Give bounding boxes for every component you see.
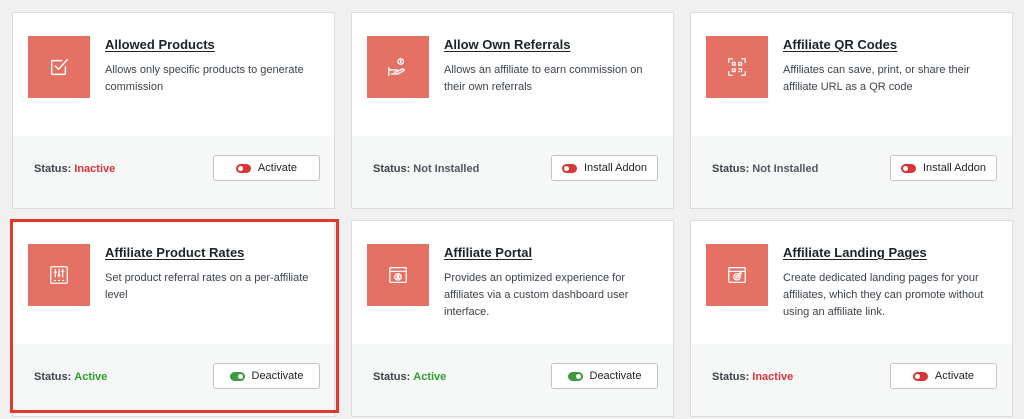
addon-title-link[interactable]: Affiliate Product Rates (105, 245, 244, 260)
addon-card-allowed-products: Allowed Products Allows only specific pr… (12, 12, 335, 209)
status-value: Not Installed (752, 163, 819, 175)
button-label: Activate (257, 162, 298, 174)
install-addon-button[interactable]: Install Addon (551, 155, 658, 181)
status-label: Status: (712, 163, 750, 175)
status-text: Status: Inactive (34, 163, 115, 175)
button-label: Install Addon (923, 162, 986, 174)
status-text: Status: Not Installed (373, 163, 479, 175)
addon-title-link[interactable]: Allow Own Referrals (444, 37, 570, 52)
addon-title-link[interactable]: Affiliate QR Codes (783, 37, 897, 52)
status-value: Not Installed (413, 163, 480, 175)
status-text: Status: Not Installed (712, 163, 818, 175)
toggle-off-icon (562, 163, 577, 173)
status-text: Status: Inactive (712, 371, 793, 383)
button-label: Deactivate (589, 370, 642, 382)
install-addon-button[interactable]: Install Addon (890, 155, 997, 181)
toggle-off-icon (235, 163, 251, 173)
status-value: Active (413, 371, 447, 383)
addon-title-link[interactable]: Affiliate Landing Pages (783, 245, 927, 260)
button-label: Activate (934, 370, 975, 382)
deactivate-button[interactable]: Deactivate (551, 363, 658, 389)
status-value: Active (74, 371, 108, 383)
status-text: Status: Active (373, 371, 446, 383)
addon-description: Affiliates can save, print, or share the… (783, 64, 970, 93)
toggle-off-icon (912, 371, 928, 381)
addon-description: Allows only specific products to generat… (105, 64, 304, 93)
toggle-off-icon (901, 163, 916, 173)
toggle-on-icon (229, 371, 245, 381)
addon-title-link[interactable]: Affiliate Portal (444, 245, 532, 260)
addon-card-allow-own-referrals: Allow Own Referrals Allows an affiliate … (351, 12, 674, 209)
qr-code-icon (706, 36, 768, 98)
button-label: Deactivate (251, 370, 304, 382)
browser-target-icon (706, 244, 768, 306)
addon-title-link[interactable]: Allowed Products (105, 37, 215, 52)
checkbox-icon (28, 36, 90, 98)
deactivate-button[interactable]: Deactivate (213, 363, 320, 389)
status-label: Status: (373, 163, 411, 175)
addon-description: Set product referral rates on a per-affi… (105, 272, 309, 301)
toggle-on-icon (567, 371, 583, 381)
status-value: Inactive (74, 163, 116, 175)
addon-card-affiliate-portal: Affiliate Portal Provides an optimized e… (351, 220, 674, 417)
browser-user-icon (367, 244, 429, 306)
button-label: Install Addon (584, 162, 647, 174)
status-text: Status: Active (34, 371, 107, 383)
status-label: Status: (34, 163, 72, 175)
status-value: Inactive (752, 371, 794, 383)
status-label: Status: (373, 371, 411, 383)
sliders-icon (28, 244, 90, 306)
addon-card-affiliate-qr-codes: Affiliate QR Codes Affiliates can save, … (690, 12, 1013, 209)
activate-button[interactable]: Activate (213, 155, 320, 181)
hand-coins-icon (367, 36, 429, 98)
status-label: Status: (34, 371, 72, 383)
addon-card-affiliate-product-rates: Affiliate Product Rates Set product refe… (12, 220, 335, 417)
activate-button[interactable]: Activate (890, 363, 997, 389)
status-label: Status: (712, 371, 750, 383)
addon-description: Allows an affiliate to earn commission o… (444, 64, 643, 93)
addon-description: Provides an optimized experience for aff… (444, 272, 629, 318)
addon-description: Create dedicated landing pages for your … (783, 272, 984, 318)
addon-card-affiliate-landing-pages: Affiliate Landing Pages Create dedicated… (690, 220, 1013, 417)
